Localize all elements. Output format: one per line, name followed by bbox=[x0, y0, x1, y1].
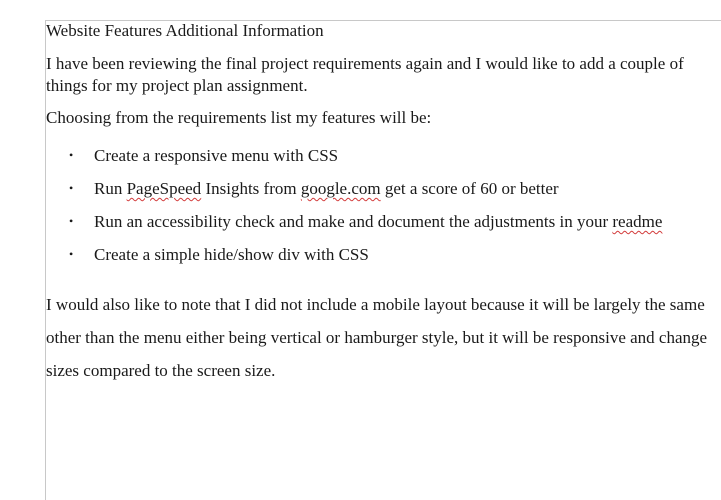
bullet-icon: • bbox=[69, 148, 74, 162]
features-lead-paragraph: Choosing from the requirements list my f… bbox=[46, 108, 432, 127]
feature-text: Run an accessibility check and make and … bbox=[94, 212, 613, 231]
bullet-icon: • bbox=[69, 214, 74, 228]
feature-text: Create a simple hide/show div with CSS bbox=[94, 245, 369, 264]
spellcheck-word[interactable]: PageSpeed bbox=[127, 179, 202, 198]
feature-text: Run bbox=[94, 179, 127, 198]
intro-paragraph: I have been reviewing the final project … bbox=[46, 54, 684, 95]
feature-text: Create a responsive menu with CSS bbox=[94, 146, 339, 165]
document-title: Website Features Additional Information bbox=[46, 21, 324, 40]
list-item: • Create a responsive menu with CSS bbox=[46, 139, 716, 172]
list-item: • Run an accessibility check and make an… bbox=[46, 205, 716, 238]
closing-paragraph: I would also like to note that I did not… bbox=[46, 295, 708, 380]
bullet-icon: • bbox=[69, 247, 74, 261]
spellcheck-word[interactable]: readme bbox=[612, 212, 662, 231]
list-item: • Run PageSpeed Insights from google.com… bbox=[46, 172, 716, 205]
list-item: • Create a simple hide/show div with CSS bbox=[46, 238, 716, 271]
feature-text: Insights from bbox=[201, 179, 301, 198]
feature-text: get a score of 60 or better bbox=[380, 179, 559, 198]
bullet-icon: • bbox=[69, 181, 74, 195]
spellcheck-word[interactable]: google.com bbox=[301, 179, 381, 198]
features-list: • Create a responsive menu with CSS • Ru… bbox=[46, 139, 716, 271]
document-body: Website Features Additional Information … bbox=[46, 20, 716, 387]
